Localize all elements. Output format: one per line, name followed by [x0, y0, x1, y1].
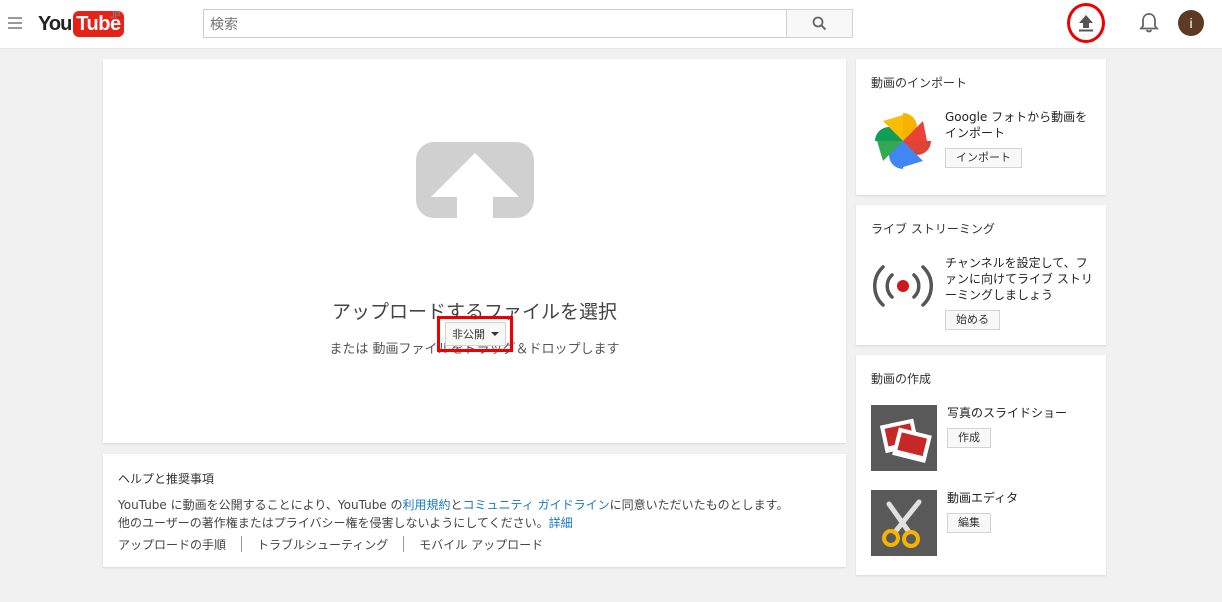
details-link[interactable]: 詳細 [549, 516, 573, 530]
help-links: アップロードの手順 トラブルシューティング モバイル アップロード [118, 536, 543, 553]
live-desc: チャンネルを設定して、ファンに向けてライブ ストリーミングしましょう [945, 256, 1093, 302]
notifications-bell-icon[interactable] [1138, 12, 1160, 34]
divider [403, 536, 405, 552]
photo-slideshow-icon [879, 418, 932, 463]
upload-cloud-arrow-icon[interactable] [416, 140, 534, 220]
import-title: 動画のインポート [871, 76, 968, 90]
privacy-dropdown-label: 非公開 [452, 328, 485, 341]
google-photos-icon [875, 113, 931, 169]
import-button[interactable]: インポート [945, 148, 1022, 168]
search-input[interactable] [203, 9, 787, 38]
create-slideshow-button[interactable]: 作成 [947, 428, 991, 448]
community-guidelines-link[interactable]: コミュニティ ガイドライン [463, 498, 610, 512]
import-videos-panel: 動画のインポート Google フォトから動画をインポート インポート [856, 59, 1106, 195]
masthead: You Tube JP i [0, 0, 1222, 49]
help-title: ヘルプと推奨事項 [118, 472, 215, 486]
hamburger-menu-icon[interactable] [8, 17, 22, 29]
live-broadcast-icon [873, 265, 933, 307]
scissors-icon [882, 499, 922, 548]
privacy-dropdown[interactable]: 非公開 [445, 322, 506, 346]
chevron-down-icon [491, 332, 499, 336]
help-line2: 他のユーザーの著作権またはプライバシー権を侵害しないようにしてください。 [118, 516, 549, 530]
create-title: 動画の作成 [871, 372, 932, 386]
live-title: ライブ ストリーミング [871, 222, 995, 236]
import-desc: Google フォトから動画をインポート [945, 110, 1088, 140]
account-avatar[interactable]: i [1178, 10, 1204, 36]
upload-button[interactable] [1067, 3, 1105, 43]
help-panel: ヘルプと推奨事項 YouTube に動画を公開することにより、YouTube の… [103, 454, 846, 567]
slideshow-label: 写真のスライドショー [947, 406, 1068, 420]
logo-you-text: You [38, 12, 72, 35]
terms-link[interactable]: 利用規約 [403, 498, 451, 512]
get-started-button[interactable]: 始める [945, 310, 1000, 330]
search-button[interactable] [786, 9, 853, 38]
slideshow-thumbnail[interactable] [871, 405, 937, 471]
upload-arrow-icon [1079, 15, 1093, 32]
upload-instructions-link[interactable]: アップロードの手順 [118, 536, 226, 553]
editor-label: 動画エディタ [947, 491, 1019, 505]
upload-panel: アップロードするファイルを選択 または 動画ファイルをドラッグ＆ドロップします … [103, 59, 846, 443]
mobile-upload-link[interactable]: モバイル アップロード [419, 536, 543, 553]
search-icon [812, 16, 827, 31]
troubleshooting-link[interactable]: トラブルシューティング [257, 536, 388, 553]
help-line1-c: に同意いただいたものとします。 [609, 498, 789, 512]
logo-region-label: JP [110, 10, 121, 20]
help-line1-a: YouTube に動画を公開することにより、YouTube の [118, 498, 403, 512]
help-line1-b: と [450, 498, 463, 512]
edit-video-button[interactable]: 編集 [947, 513, 991, 533]
help-terms-text: YouTube に動画を公開することにより、YouTube の利用規約とコミュニ… [118, 496, 788, 532]
create-videos-panel: 動画の作成 写真のスライドショー 作成 動画エディタ 編集 [856, 355, 1106, 575]
divider [241, 536, 243, 552]
editor-thumbnail[interactable] [871, 490, 937, 556]
live-streaming-panel: ライブ ストリーミング チャンネルを設定して、ファンに向けてライブ ストリーミン… [856, 205, 1106, 345]
